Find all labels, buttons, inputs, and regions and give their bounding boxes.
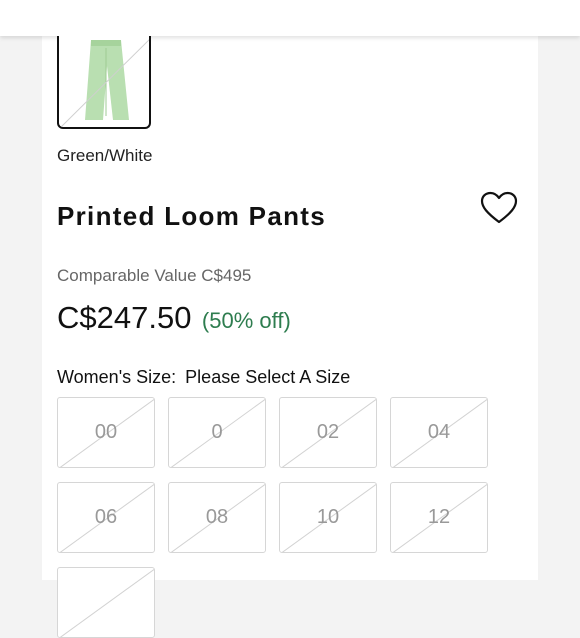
size-selector-label: Women's Size: Please Select A Size — [57, 367, 350, 388]
size-option-partial[interactable] — [57, 567, 155, 638]
sale-price: C$247.50 — [57, 300, 192, 335]
product-title: Printed Loom Pants — [57, 201, 326, 231]
size-option-label: 06 — [94, 506, 118, 528]
favorite-button[interactable] — [479, 190, 519, 226]
color-swatch-thumbnail[interactable] — [57, 36, 151, 129]
size-option-label: 10 — [316, 506, 340, 528]
comparable-value: Comparable Value C$495 — [57, 266, 252, 285]
size-option-label: 00 — [94, 421, 118, 443]
size-option[interactable]: 0 — [168, 397, 266, 468]
size-option[interactable]: 12 — [390, 482, 488, 553]
size-option-label: 04 — [427, 421, 451, 443]
heart-icon — [480, 191, 518, 224]
price-row: C$247.50 (50% off) — [57, 300, 291, 336]
size-option[interactable]: 00 — [57, 397, 155, 468]
top-bar — [0, 0, 580, 36]
size-option[interactable]: 02 — [279, 397, 377, 468]
unavailable-slash — [59, 568, 154, 637]
discount-label: (50% off) — [201, 308, 291, 333]
size-prompt: Please Select A Size — [185, 367, 351, 387]
size-option-label: 08 — [205, 506, 229, 528]
size-option[interactable]: 10 — [279, 482, 377, 553]
size-option-label: 0 — [211, 421, 223, 443]
size-option[interactable]: 08 — [168, 482, 266, 553]
size-option[interactable]: 06 — [57, 482, 155, 553]
size-option-label: 02 — [316, 421, 340, 443]
selected-color-name: Green/White — [57, 146, 153, 165]
size-label-text: Women's Size: — [57, 367, 177, 387]
size-option[interactable]: 04 — [390, 397, 488, 468]
size-option-label: 12 — [427, 506, 451, 528]
unavailable-slash — [60, 39, 149, 127]
